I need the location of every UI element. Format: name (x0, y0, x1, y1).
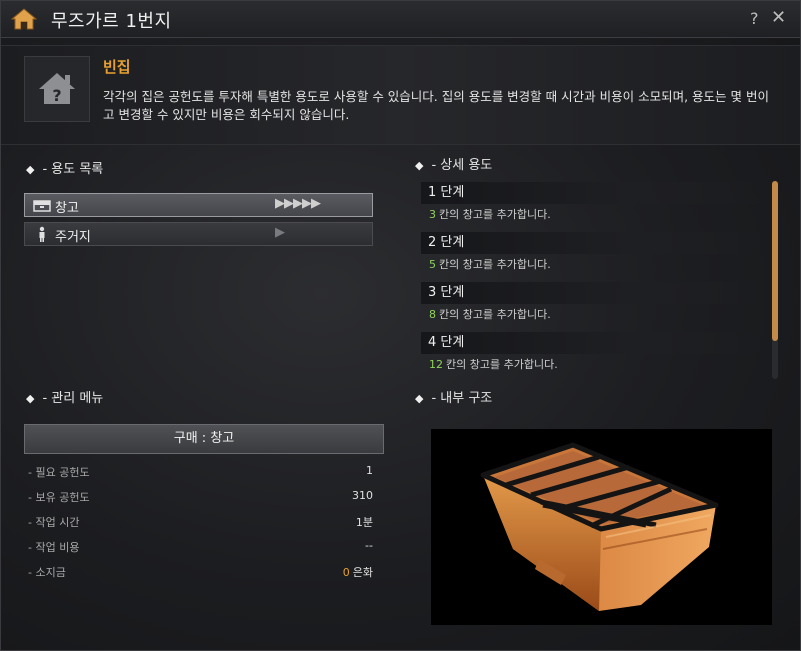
stage-title: 2 단계 (421, 232, 766, 254)
usage-item-residence[interactable]: 주거지 ▶ (24, 222, 373, 246)
house-window: 무즈가르 1번지 ? ✕ ? 빈집 각각의 집은 공헌도를 투자해 특별한 용도… (0, 0, 801, 651)
buy-storage-button[interactable]: 구매 : 창고 (24, 424, 384, 454)
interior-structure-view[interactable] (431, 429, 772, 625)
work-cost-row: - 작업 비용 -- (28, 539, 373, 555)
row-value: 310 (352, 489, 373, 502)
house-status-title: 빈집 (103, 58, 131, 76)
diamond-icon: ◆ (415, 159, 424, 172)
home-icon (11, 8, 37, 30)
row-value: 1 (366, 464, 373, 477)
house-unknown-icon: ? (24, 56, 90, 122)
level-arrows: ▶▶▶▶▶ (275, 196, 321, 211)
level-arrows: ▶ (275, 225, 285, 240)
house-description: 각각의 집은 공헌도를 투자해 특별한 용도로 사용할 수 있습니다. 집의 용… (103, 89, 769, 122)
help-button[interactable]: ? (750, 9, 759, 28)
row-value: 0 은화 (343, 564, 373, 580)
owned-contribution-row: - 보유 공헌도 310 (28, 489, 373, 505)
scrollbar-thumb[interactable] (772, 181, 778, 341)
window-title: 무즈가르 1번지 (51, 11, 172, 32)
work-time-row: - 작업 시간 1분 (28, 514, 373, 530)
row-label: - 작업 시간 (28, 516, 80, 529)
required-contribution-row: - 필요 공헌도 1 (28, 464, 373, 480)
row-label: - 필요 공헌도 (28, 466, 90, 479)
money-row: - 소지금 0 은화 (28, 564, 373, 580)
house-info-panel: ? 빈집 각각의 집은 공헌도를 투자해 특별한 용도로 사용할 수 있습니다.… (1, 45, 800, 145)
management-menu-header: ◆ - 관리 메뉴 (26, 391, 104, 406)
stage-description: 3 칸의 창고를 추가합니다. (429, 208, 551, 221)
stage-item: 1 단계 3 칸의 창고를 추가합니다. (421, 182, 766, 232)
detail-scrollbar[interactable] (772, 181, 778, 379)
detail-usage-header: ◆ - 상세 용도 (415, 158, 493, 173)
stage-title: 3 단계 (421, 282, 766, 304)
stage-item: 3 단계 8 칸의 창고를 추가합니다. (421, 282, 766, 332)
usage-item-label: 주거지 (55, 230, 91, 245)
detail-usage-list[interactable]: 1 단계 3 칸의 창고를 추가합니다. 2 단계 5 칸의 창고를 추가합니다. … (421, 182, 766, 374)
title-bar[interactable]: 무즈가르 1번지 ? ✕ (1, 1, 800, 38)
stage-item: 4 단계 12 칸의 창고를 추가합니다. (421, 332, 766, 374)
currency-unit: 은화 (352, 566, 373, 579)
svg-text:?: ? (52, 86, 61, 105)
interior-structure-header: ◆ - 내부 구조 (415, 391, 493, 406)
row-label: - 보유 공헌도 (28, 491, 90, 504)
row-label: - 작업 비용 (28, 541, 80, 554)
stage-title: 4 단계 (421, 332, 766, 354)
stage-description: 8 칸의 창고를 추가합니다. (429, 308, 551, 321)
silver-amount: 0 (342, 566, 350, 579)
diamond-icon: ◆ (26, 163, 35, 176)
row-value: -- (365, 539, 373, 552)
usage-list-header: ◆ - 용도 목록 (26, 162, 104, 177)
close-button[interactable]: ✕ (771, 7, 786, 28)
stage-description: 5 칸의 창고를 추가합니다. (429, 258, 551, 271)
usage-item-storage[interactable]: 창고 ▶▶▶▶▶ (24, 193, 373, 217)
stage-title: 1 단계 (421, 182, 766, 204)
usage-item-label: 창고 (55, 201, 79, 216)
person-icon (39, 226, 45, 242)
diamond-icon: ◆ (26, 392, 35, 405)
storage-icon (33, 200, 51, 212)
storage-chest-model (480, 442, 719, 611)
stage-description: 12 칸의 창고를 추가합니다. (429, 358, 558, 371)
stage-item: 2 단계 5 칸의 창고를 추가합니다. (421, 232, 766, 282)
diamond-icon: ◆ (415, 392, 424, 405)
row-value: 1분 (355, 516, 373, 529)
row-label: - 소지금 (28, 566, 66, 579)
